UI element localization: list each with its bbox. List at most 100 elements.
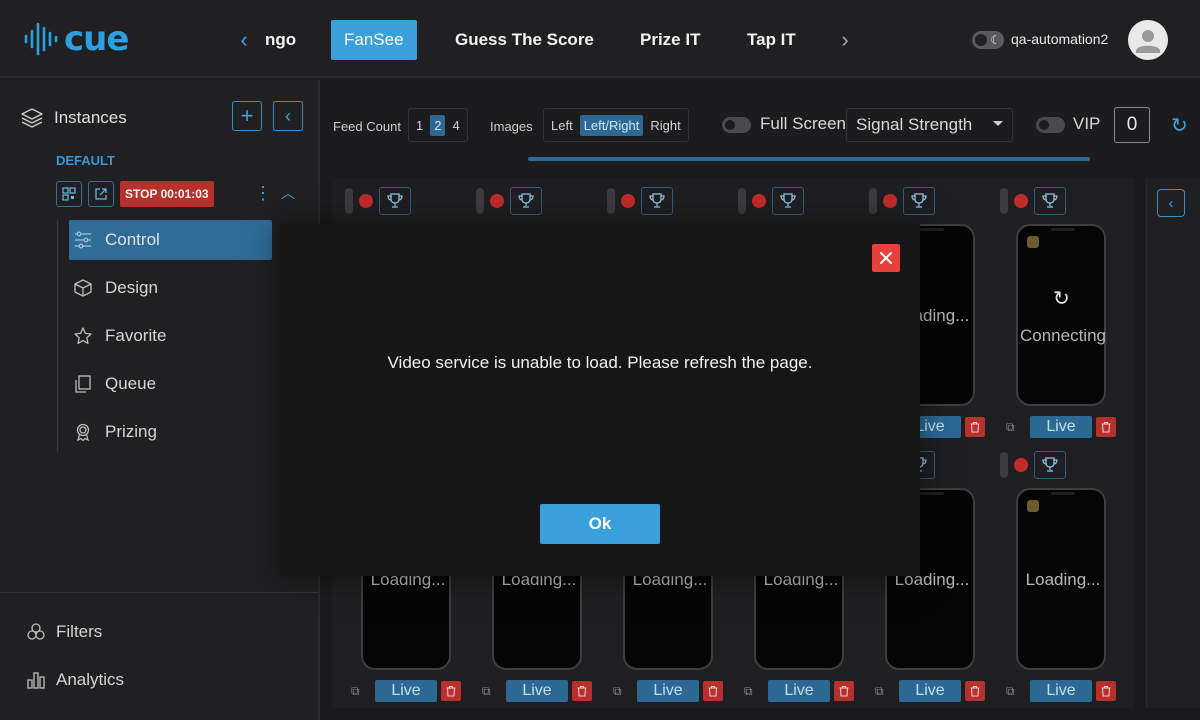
tab-fansee[interactable]: FanSee <box>331 20 417 60</box>
chevron-up-icon[interactable]: ︿ <box>281 183 295 203</box>
vip-toggle[interactable] <box>1036 117 1065 133</box>
open-external-button[interactable] <box>88 181 114 207</box>
tab-ngo[interactable]: ngo <box>265 20 296 60</box>
feed-toggle[interactable] <box>738 188 746 214</box>
stop-timer-button[interactable]: STOP 00:01:03 <box>120 181 214 207</box>
nav-prev-arrow-icon[interactable]: ‹ <box>234 27 254 52</box>
full-screen-toggle[interactable] <box>722 117 751 133</box>
feed-count-option-2[interactable]: 2 <box>430 114 446 136</box>
sidebar-item-label: Favorite <box>105 326 167 345</box>
trophy-button[interactable] <box>772 187 804 215</box>
live-button[interactable]: Live <box>506 680 568 702</box>
signal-strength-select[interactable]: Signal Strength <box>846 108 1013 142</box>
collapse-sidebar-button[interactable]: ‹ <box>273 101 303 131</box>
avatar[interactable] <box>1128 20 1168 60</box>
cube-icon <box>74 279 92 297</box>
refresh-icon[interactable]: ↻ <box>1171 113 1188 138</box>
sidebar-item-control[interactable]: Control <box>69 220 272 260</box>
phone-preview[interactable]: ↻ Connecting <box>1016 224 1106 406</box>
sidebar-item-design[interactable]: Design <box>69 268 272 308</box>
theme-toggle[interactable]: ☾ <box>972 31 1004 49</box>
copy-icon[interactable]: ⧉ <box>613 684 627 698</box>
copy-icon[interactable]: ⧉ <box>875 684 889 698</box>
feed-actions: ⧉ Live <box>875 680 985 702</box>
images-option-left-right[interactable]: Left/Right <box>579 114 644 136</box>
sidebar-item-favorite[interactable]: Favorite <box>69 316 272 356</box>
logo[interactable]: cue <box>24 19 129 59</box>
qr-code-button[interactable] <box>56 181 82 207</box>
toggle-knob <box>725 120 735 130</box>
delete-button[interactable] <box>703 681 723 701</box>
refresh-icon[interactable]: ↻ <box>1053 286 1070 311</box>
feed-toggle[interactable] <box>869 188 877 214</box>
feed-count-label: Feed Count <box>333 119 401 134</box>
ok-button[interactable]: Ok <box>540 504 660 544</box>
delete-button[interactable] <box>965 417 985 437</box>
feed-tile: ↻ Connecting ⧉ Live <box>987 178 1116 442</box>
record-dot-icon <box>621 194 635 208</box>
feed-count-option-1[interactable]: 1 <box>412 115 427 136</box>
live-button[interactable]: Live <box>768 680 830 702</box>
app-root: cue ‹ ngo FanSee Guess The Score Prize I… <box>0 0 1200 720</box>
images-option-left[interactable]: Left <box>547 115 577 136</box>
trophy-icon <box>780 193 796 208</box>
chevron-left-icon: ‹ <box>285 105 291 126</box>
live-button[interactable]: Live <box>637 680 699 702</box>
trophy-icon <box>911 193 927 208</box>
sidebar-item-filters[interactable]: Filters <box>26 622 102 642</box>
close-dialog-button[interactable] <box>872 244 900 272</box>
sidebar-item-prizing[interactable]: Prizing <box>69 412 272 452</box>
live-button[interactable]: Live <box>1030 680 1092 702</box>
delete-button[interactable] <box>441 681 461 701</box>
feed-toggle[interactable] <box>476 188 484 214</box>
feed-toggle[interactable] <box>1000 452 1008 478</box>
feed-controls <box>869 187 935 215</box>
tab-guess-the-score[interactable]: Guess The Score <box>455 20 594 60</box>
live-button[interactable]: Live <box>1030 416 1092 438</box>
copy-icon[interactable]: ⧉ <box>1006 684 1020 698</box>
logo-text: cue <box>64 19 129 59</box>
soundwave-icon <box>24 22 58 56</box>
trophy-button[interactable] <box>903 187 935 215</box>
phone-preview[interactable]: Loading... <box>1016 488 1106 670</box>
queue-icon <box>75 375 91 393</box>
sidebar-item-label: Control <box>105 230 160 249</box>
nav-next-arrow-icon[interactable]: › <box>835 27 855 52</box>
expand-panel-button[interactable]: ‹ <box>1157 189 1185 217</box>
tab-tap-it[interactable]: Tap IT <box>747 20 796 60</box>
images-option-right[interactable]: Right <box>646 115 684 136</box>
sliders-icon <box>75 231 91 249</box>
trophy-button[interactable] <box>1034 451 1066 479</box>
sidebar-item-analytics[interactable]: Analytics <box>26 670 124 690</box>
trophy-button[interactable] <box>1034 187 1066 215</box>
feed-toggle[interactable] <box>1000 188 1008 214</box>
delete-button[interactable] <box>572 681 592 701</box>
feed-count-option-4[interactable]: 4 <box>448 115 463 136</box>
copy-icon[interactable]: ⧉ <box>351 684 365 698</box>
copy-icon[interactable]: ⧉ <box>1006 420 1020 434</box>
feed-toggle[interactable] <box>345 188 353 214</box>
trophy-icon <box>387 193 403 208</box>
close-icon <box>880 252 892 264</box>
live-button[interactable]: Live <box>375 680 437 702</box>
horizontal-scrollbar[interactable] <box>528 157 1090 161</box>
delete-button[interactable] <box>1096 417 1116 437</box>
trophy-button[interactable] <box>641 187 673 215</box>
delete-button[interactable] <box>1096 681 1116 701</box>
right-panel: ‹ <box>1146 178 1200 708</box>
tab-prize-it[interactable]: Prize IT <box>640 20 700 60</box>
top-bar: cue ‹ ngo FanSee Guess The Score Prize I… <box>0 0 1200 78</box>
trophy-button[interactable] <box>510 187 542 215</box>
copy-icon[interactable]: ⧉ <box>744 684 758 698</box>
add-instance-button[interactable]: + <box>232 101 262 131</box>
copy-icon[interactable]: ⧉ <box>482 684 496 698</box>
group-label: DEFAULT <box>56 153 115 168</box>
delete-button[interactable] <box>965 681 985 701</box>
sidebar-item-queue[interactable]: Queue <box>69 364 272 404</box>
kebab-menu-icon[interactable]: ⋮ <box>254 184 272 202</box>
trophy-button[interactable] <box>379 187 411 215</box>
feed-actions: ⧉ Live <box>1006 680 1116 702</box>
feed-toggle[interactable] <box>607 188 615 214</box>
live-button[interactable]: Live <box>899 680 961 702</box>
delete-button[interactable] <box>834 681 854 701</box>
